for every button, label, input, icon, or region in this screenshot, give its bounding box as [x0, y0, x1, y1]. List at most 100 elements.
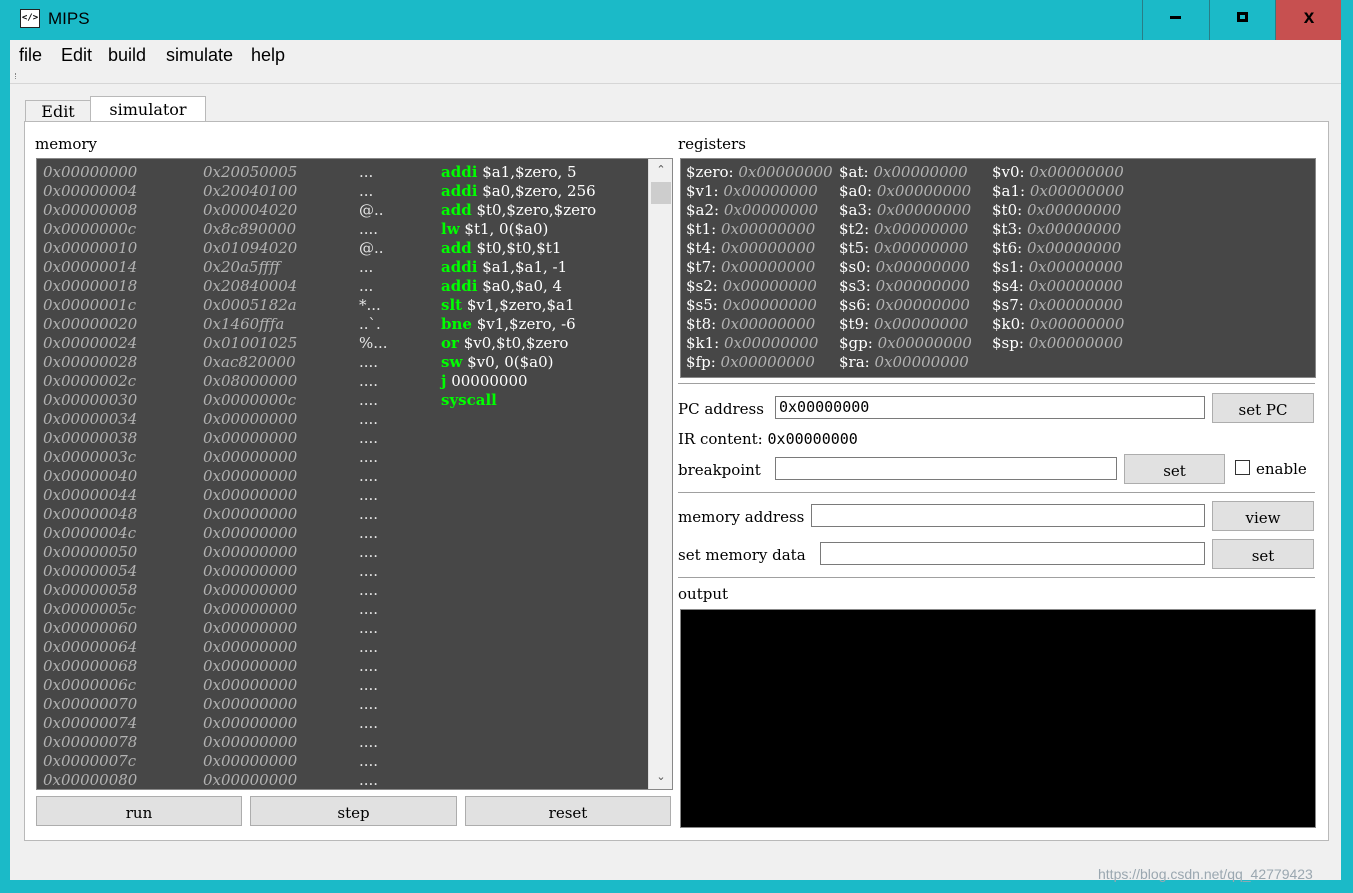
memory-ascii: ....: [359, 505, 379, 523]
menu-file[interactable]: file: [19, 45, 42, 66]
register-cell: $ra: 0x00000000: [839, 353, 969, 372]
register-cell: $t6: 0x00000000: [992, 239, 1121, 258]
memory-row[interactable]: 0x00000040 0x00000000....: [37, 467, 649, 486]
instruction-opcode: add: [441, 239, 472, 257]
memory-row[interactable]: 0x0000001c 0x0005182a *... slt $v1,$zero,$a…: [37, 296, 649, 315]
memory-data-input[interactable]: [820, 542, 1205, 565]
output-console[interactable]: [680, 609, 1316, 828]
register-cell: $t9: 0x00000000: [839, 315, 968, 334]
register-name: $a2:: [686, 201, 720, 219]
memory-view[interactable]: 0x00000000 0x20050005... addi $a1,$zero, 5…: [36, 158, 673, 790]
memory-address-input[interactable]: [811, 504, 1205, 527]
breakpoint-enable-checkbox[interactable]: [1235, 460, 1250, 475]
breakpoint-input[interactable]: [775, 457, 1117, 480]
register-name: $t4:: [686, 239, 717, 257]
scroll-down-icon[interactable]: ⌄: [649, 766, 672, 788]
view-memory-button[interactable]: view: [1212, 501, 1314, 531]
register-name: $t5:: [839, 239, 870, 257]
memory-row[interactable]: 0x00000058 0x00000000....: [37, 581, 649, 600]
memory-ascii: ....: [359, 714, 379, 732]
memory-row[interactable]: 0x00000074 0x00000000....: [37, 714, 649, 733]
divider: [678, 492, 1315, 493]
menu-build[interactable]: build: [108, 45, 146, 66]
memory-row[interactable]: 0x00000080 0x00000000....: [37, 771, 649, 789]
memory-row[interactable]: 0x00000060 0x00000000....: [37, 619, 649, 638]
register-cell: $a2: 0x00000000: [686, 201, 818, 220]
memory-row[interactable]: 0x0000004c 0x00000000....: [37, 524, 649, 543]
set-breakpoint-button[interactable]: set: [1124, 454, 1225, 484]
memory-row[interactable]: 0x00000070 0x00000000....: [37, 695, 649, 714]
memory-row[interactable]: 0x00000048 0x00000000....: [37, 505, 649, 524]
divider: [678, 383, 1315, 384]
register-name: $t2:: [839, 220, 870, 238]
memory-row[interactable]: 0x0000003c 0x00000000....: [37, 448, 649, 467]
tab-edit[interactable]: Edit: [25, 100, 91, 122]
pc-address-input[interactable]: 0x00000000: [775, 396, 1205, 419]
memory-row[interactable]: 0x00000018 0x20840004... addi $a0,$a0, 4: [37, 277, 649, 296]
close-button[interactable]: x: [1275, 0, 1341, 40]
register-cell: $s5: 0x00000000: [686, 296, 817, 315]
register-value: 0x00000000: [1026, 201, 1122, 219]
scroll-up-icon[interactable]: ⌃: [649, 159, 672, 181]
register-value: 0x00000000: [720, 239, 816, 257]
memory-row[interactable]: 0x0000002c 0x08000000.... j 00000000: [37, 372, 649, 391]
close-icon: x: [1303, 7, 1315, 28]
memory-ascii: ....: [359, 543, 379, 561]
memory-row[interactable]: 0x0000005c 0x00000000....: [37, 600, 649, 619]
menu-grip: [15, 73, 20, 79]
memory-row[interactable]: 0x00000064 0x00000000....: [37, 638, 649, 657]
memory-address: 0x00000024: [43, 334, 138, 352]
memory-word: 0x00000000: [203, 486, 298, 504]
simulator-panel: memory 0x00000000 0x20050005... addi $a1,$…: [24, 121, 1329, 841]
memory-row[interactable]: 0x0000007c 0x00000000....: [37, 752, 649, 771]
memory-scrollbar[interactable]: ⌃ ⌄: [648, 159, 672, 789]
memory-word: 0x00000000: [203, 410, 298, 428]
memory-address: 0x00000004: [43, 182, 138, 200]
memory-row[interactable]: 0x0000000c 0x8c890000.... lw $t1, 0($a0): [37, 220, 649, 239]
instruction-operands: $v0,$t0,$zero: [463, 334, 569, 352]
instruction-opcode: bne: [441, 315, 472, 333]
scroll-thumb[interactable]: [651, 182, 671, 204]
memory-row[interactable]: 0x00000034 0x00000000....: [37, 410, 649, 429]
memory-word: 0x00000000: [203, 448, 298, 466]
memory-row[interactable]: 0x00000020 0x1460fffa ..`. bne $v1,$zero, -…: [37, 315, 649, 334]
register-name: $a1:: [992, 182, 1026, 200]
memory-row[interactable]: 0x00000054 0x00000000....: [37, 562, 649, 581]
menu-edit[interactable]: Edit: [61, 45, 92, 66]
reset-button[interactable]: reset: [465, 796, 671, 826]
memory-row[interactable]: 0x00000050 0x00000000....: [37, 543, 649, 562]
memory-row[interactable]: 0x0000006c 0x00000000....: [37, 676, 649, 695]
instruction-opcode: addi: [441, 258, 478, 276]
tab-simulator[interactable]: simulator: [90, 96, 206, 123]
set-pc-button[interactable]: set PC: [1212, 393, 1314, 423]
memory-row[interactable]: 0x00000014 0x20a5ffff... addi $a1,$a1, -1: [37, 258, 649, 277]
memory-address: 0x00000060: [43, 619, 138, 637]
memory-row[interactable]: 0x00000078 0x00000000....: [37, 733, 649, 752]
step-button[interactable]: step: [250, 796, 457, 826]
instruction-opcode: addi: [441, 182, 478, 200]
title-bar[interactable]: </> MIPS x: [0, 0, 1353, 40]
run-button[interactable]: run: [36, 796, 242, 826]
memory-instruction: addi $a0,$zero, 256: [441, 182, 596, 201]
minimize-button[interactable]: [1142, 0, 1209, 40]
memory-row[interactable]: 0x00000010 0x01094020 @.. add $t0,$t0,$t1: [37, 239, 649, 258]
memory-row[interactable]: 0x00000030 0x0000000c.... syscall: [37, 391, 649, 410]
memory-row[interactable]: 0x00000038 0x00000000....: [37, 429, 649, 448]
register-value: 0x00000000: [720, 220, 816, 238]
menu-help[interactable]: help: [251, 45, 285, 66]
memory-row[interactable]: 0x00000044 0x00000000....: [37, 486, 649, 505]
memory-row[interactable]: 0x00000004 0x20040100... addi $a0,$zero, 2…: [37, 182, 649, 201]
register-cell: $gp: 0x00000000: [839, 334, 972, 353]
set-memory-button[interactable]: set: [1212, 539, 1314, 569]
memory-ascii: ....: [359, 695, 379, 713]
register-cell: $t8: 0x00000000: [686, 315, 815, 334]
memory-row[interactable]: 0x00000024 0x01001025%... or $v0,$t0,$zero: [37, 334, 649, 353]
memory-row[interactable]: 0x00000000 0x20050005... addi $a1,$zero, 5: [37, 163, 649, 182]
memory-ascii: ....: [359, 353, 379, 371]
memory-row[interactable]: 0x00000028 0xac820000.... sw $v0, 0($a0): [37, 353, 649, 372]
maximize-button[interactable]: [1209, 0, 1275, 40]
menu-simulate[interactable]: simulate: [166, 45, 233, 66]
memory-row[interactable]: 0x00000068 0x00000000....: [37, 657, 649, 676]
memory-row[interactable]: 0x00000008 0x00004020 @.. add $t0,$zero,$ze…: [37, 201, 649, 220]
memory-ascii: ...: [359, 277, 374, 295]
